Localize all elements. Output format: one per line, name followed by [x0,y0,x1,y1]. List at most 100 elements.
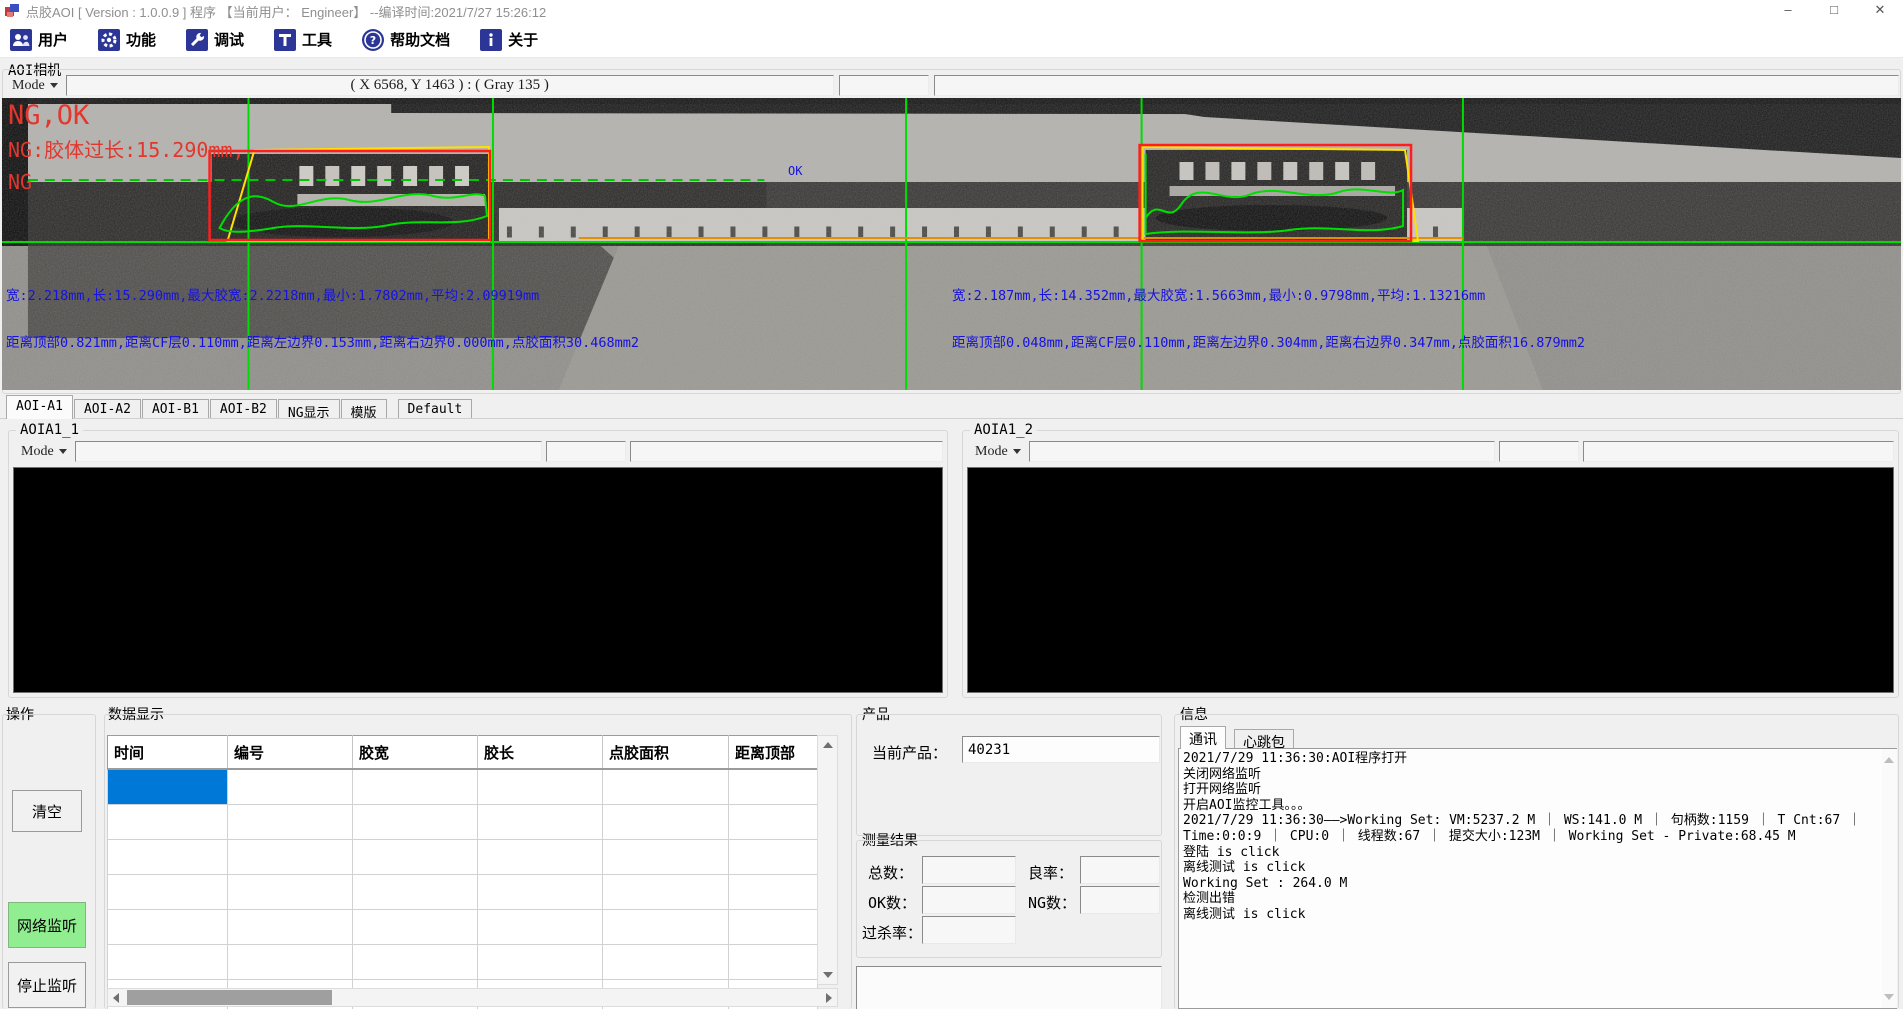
tab-ng-display[interactable]: NG显示 [278,399,340,419]
panel-right-field-1 [1029,441,1495,462]
image-panel-right[interactable] [967,467,1894,693]
scroll-right-icon[interactable] [826,993,832,1003]
panel-right-field-3 [1583,441,1894,462]
table-row[interactable] [108,945,818,980]
log-area[interactable]: 2021/7/29 11:36:30:AOI程序打开 关闭网络监听 打开网络监听… [1178,748,1897,1009]
tab-aoi-b1[interactable]: AOI-B1 [142,399,209,419]
ng-count-label: NG数： [1028,892,1076,913]
tab-default[interactable]: Default [398,399,473,419]
stop-listen-button[interactable]: 停止监听 [8,962,86,1008]
log-v-scrollbar[interactable] [1882,749,1897,1008]
table-v-scrollbar[interactable] [817,735,838,985]
overlay-measure-right-1: 宽:2.187mm,长:14.352mm,最大胶宽:1.5663mm,最小:0.… [952,284,1485,304]
col-glue-length[interactable]: 胶长 [478,736,603,770]
network-listen-button[interactable]: 网络监听 [8,902,86,948]
log-line: 2021/7/29 11:36:30:AOI程序打开 [1183,751,1880,767]
menu-item-tools[interactable]: 工具 [274,29,332,51]
scroll-down-icon[interactable] [1884,994,1894,1000]
panel-right-mode-bar: Mode [967,441,1894,462]
col-distance-top[interactable]: 距离顶部 [729,736,818,770]
panel-left-mode-dropdown[interactable]: Mode [13,441,75,462]
table-row[interactable] [108,875,818,910]
overlay-measure-left-1: 宽:2.218mm,长:15.290mm,最大胶宽:2.2218mm,最小:1.… [6,284,539,304]
scroll-up-icon[interactable] [823,742,833,748]
tab-comm[interactable]: 通讯 [1180,726,1226,749]
panel-left-mode-bar: Mode [13,441,943,462]
table-row[interactable] [108,910,818,945]
chevron-down-icon [1013,449,1021,454]
info-icon [480,29,502,51]
tab-aoi-a2[interactable]: AOI-A2 [74,399,141,419]
panel-aoia1-2: AOIA1_2 Mode [962,430,1899,698]
image-panel-left[interactable] [13,467,943,693]
menu-item-function[interactable]: 功能 [98,29,156,51]
panel-left-field-1 [75,441,543,462]
table-row[interactable] [108,769,818,805]
tab-aoi-b2[interactable]: AOI-B2 [210,399,277,419]
minimize-button[interactable]: – [1765,0,1811,22]
tab-heartbeat[interactable]: 心跳包 [1234,729,1294,748]
aoi-tab-strip: AOI-A1 AOI-A2 AOI-B1 AOI-B2 NG显示 模版 Defa… [6,397,473,419]
panel-left-field-2 [546,441,626,462]
chevron-down-icon [50,83,58,88]
data-table[interactable]: 时间 编号 胶宽 胶长 点胶面积 距离顶部 [107,735,818,1009]
ok-count-field [922,886,1016,914]
overkill-field [922,916,1016,944]
clear-button[interactable]: 清空 [12,790,82,832]
panel-right-mode-dropdown[interactable]: Mode [967,441,1029,462]
overlay-ok-flag: OK [788,164,802,178]
log-line: 离线测试 is click [1183,907,1880,923]
col-number[interactable]: 编号 [228,736,353,770]
gear-icon [98,29,120,51]
app-icon [4,3,20,19]
menu-item-user[interactable]: 用户 [10,29,68,51]
camera-image-viewport[interactable]: NG,OK NG:胶体过长:15.290mm, NG OK 宽:2.218mm,… [2,98,1901,390]
current-product-label: 当前产品： [872,742,947,763]
camera-field-2 [839,75,929,96]
table-row[interactable] [108,840,818,875]
log-line: Working Set : 264.0 M [1183,876,1880,892]
table-h-scrollbar[interactable] [107,988,838,1007]
close-button[interactable]: ✕ [1857,0,1903,22]
panel-right-field-2 [1499,441,1579,462]
table-header-row: 时间 编号 胶宽 胶长 点胶面积 距离顶部 [108,736,818,770]
app-window: 点胶AOI [ Version : 1.0.0.9 ] 程序 【当前用户： En… [0,0,1903,1009]
panel-left-field-3 [630,441,943,462]
product-input[interactable]: 40231 [962,736,1160,763]
menu-item-about[interactable]: 关于 [480,29,538,51]
log-line: Time:0:0:9 ｜ CPU:0 ｜ 线程数:67 ｜ 提交大小:123M … [1183,829,1880,845]
yield-label: 良率： [1028,862,1073,883]
log-line: 离线测试 is click [1183,860,1880,876]
tab-template[interactable]: 模版 [341,399,387,419]
scroll-down-icon[interactable] [823,972,833,978]
scroll-up-icon[interactable] [1884,757,1894,763]
panel-aoia1-1-label: AOIA1_1 [16,422,83,438]
product-group [856,714,1162,836]
menu-item-help[interactable]: ? 帮助文档 [362,29,450,51]
result-message-box [856,966,1162,1009]
log-line: 关闭网络监听 [1183,767,1880,783]
menu-item-debug[interactable]: 调试 [186,29,244,51]
table-row[interactable] [108,805,818,840]
yield-field [1080,856,1160,884]
col-glue-area[interactable]: 点胶面积 [603,736,729,770]
camera-mode-bar: Mode ( X 6568, Y 1463 ) : ( Gray 135 ) [4,75,1899,96]
maximize-button[interactable]: □ [1811,0,1857,22]
tab-content-divider [0,418,1903,419]
help-icon: ? [362,29,384,51]
tab-aoi-a1[interactable]: AOI-A1 [6,395,73,419]
overkill-label: 过杀率： [862,922,922,943]
col-glue-width[interactable]: 胶宽 [353,736,478,770]
overlay-result-text: NG,OK [8,100,89,131]
wrench-icon [186,29,208,51]
selected-cell[interactable] [108,769,228,805]
scroll-left-icon[interactable] [113,993,119,1003]
overlay-measure-left-2: 距离顶部0.821mm,距离CF层0.110mm,距离左边界0.153mm,距离… [6,331,639,351]
total-count-field [922,856,1016,884]
camera-mode-dropdown[interactable]: Mode [4,75,66,96]
col-time[interactable]: 时间 [108,736,228,770]
overlay-measure-right-2: 距离顶部0.048mm,距离CF层0.110mm,距离左边界0.304mm,距离… [952,331,1585,351]
menu-bar: 用户 功能 调试 工具 [0,22,1903,58]
h-scroll-thumb[interactable] [127,990,332,1005]
svg-text:?: ? [370,34,376,47]
